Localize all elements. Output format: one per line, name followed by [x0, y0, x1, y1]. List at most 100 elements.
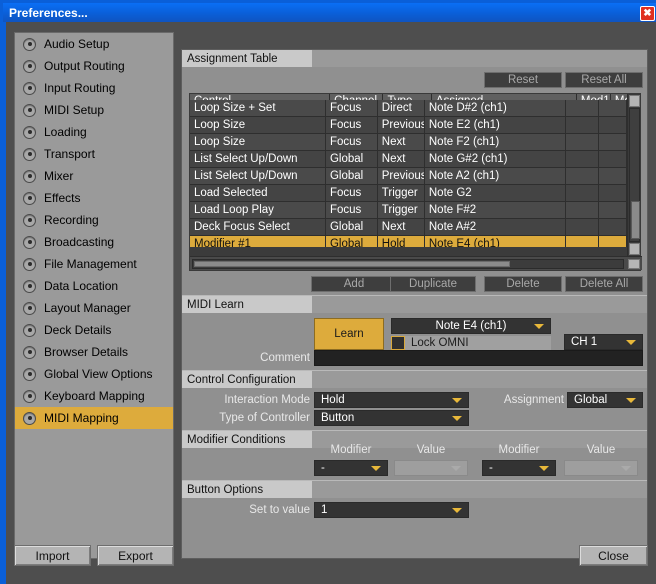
table-cell-type: Previous [378, 168, 425, 184]
table-cell-channel: Focus [326, 185, 378, 201]
table-cell-type: Next [378, 219, 425, 235]
chevron-down-icon [621, 466, 631, 471]
sidebar-item-file-management[interactable]: File Management [15, 253, 173, 275]
delete-button[interactable]: Delete [484, 276, 562, 292]
type-of-controller-value: Button [321, 412, 355, 424]
midi-note-dropdown[interactable]: Note E4 (ch1) [391, 318, 551, 334]
sidebar-item-label: MIDI Setup [44, 103, 105, 117]
sidebar-item-effects[interactable]: Effects [15, 187, 173, 209]
table-cell-mod2 [599, 134, 627, 150]
condition-value-dropdown-1[interactable] [394, 460, 468, 476]
sidebar-item-input-routing[interactable]: Input Routing [15, 77, 173, 99]
assignment-dropdown[interactable]: Global [567, 392, 643, 408]
table-cell-mod1 [566, 151, 599, 167]
assignment-table[interactable]: ControlChannelTypeAssignedMod1Mo Loop Si… [189, 93, 642, 271]
assignment-table-body[interactable]: Loop Size + Set Focus Direct Note D#2 (ch1)… [190, 100, 627, 247]
sidebar-item-label: MIDI Mapping [44, 411, 119, 425]
export-button[interactable]: Export [97, 545, 174, 566]
table-cell-channel: Focus [326, 100, 378, 116]
interaction-mode-dropdown[interactable]: Hold [314, 392, 469, 408]
table-row[interactable]: Loop Size + Set Focus Direct Note D#2 (ch1) [190, 100, 627, 117]
lock-omni-checkbox[interactable] [391, 336, 405, 350]
sidebar-item-output-routing[interactable]: Output Routing [15, 55, 173, 77]
scroll-up-button[interactable] [629, 95, 640, 107]
table-cell-mod1 [566, 168, 599, 184]
midi-note-value: Note E4 (ch1) [435, 320, 507, 332]
vertical-scroll-track[interactable] [629, 108, 640, 242]
table-horizontal-scrollbar[interactable] [190, 256, 642, 270]
delete-all-button[interactable]: Delete All [565, 276, 643, 292]
sidebar-item-label: Keyboard Mapping [44, 389, 145, 403]
sidebar-item-loading[interactable]: Loading [15, 121, 173, 143]
type-of-controller-label: Type of Controller [219, 412, 310, 424]
learn-button[interactable]: Learn [314, 318, 384, 350]
table-row[interactable]: Loop Size Focus Previous Note E2 (ch1) [190, 117, 627, 134]
set-to-value-dropdown[interactable]: 1 [314, 502, 469, 518]
sidebar-item-browser-details[interactable]: Browser Details [15, 341, 173, 363]
horizontal-scroll-right-button[interactable] [628, 259, 640, 269]
scroll-down-button[interactable] [629, 243, 640, 255]
sidebar-item-mixer[interactable]: Mixer [15, 165, 173, 187]
lock-omni-row[interactable]: Lock OMNI [391, 336, 551, 350]
add-button[interactable]: Add [311, 276, 397, 292]
table-cell-assigned: Note E2 (ch1) [425, 117, 566, 133]
sidebar-item-global-view-options[interactable]: Global View Options [15, 363, 173, 385]
table-cell-assigned: Note A#2 [425, 219, 566, 235]
table-row[interactable]: Modifier #1 Global Hold Note E4 (ch1) [190, 236, 627, 247]
horizontal-scroll-track[interactable] [192, 259, 624, 269]
sidebar-item-label: Mixer [44, 169, 74, 183]
horizontal-scroll-thumb[interactable] [194, 261, 510, 267]
reset-button[interactable]: Reset [484, 72, 562, 88]
midi-mapping-panel: Assignment Table Reset Reset All Control… [181, 49, 648, 559]
lock-omni-label: Lock OMNI [411, 337, 469, 349]
sidebar-item-label: File Management [44, 257, 137, 271]
chevron-down-icon [534, 324, 544, 329]
table-cell-assigned: Note E4 (ch1) [425, 236, 566, 247]
import-button[interactable]: Import [14, 545, 91, 566]
sidebar-item-label: Layout Manager [44, 301, 131, 315]
table-cell-assigned: Note G2 [425, 185, 566, 201]
comment-input[interactable] [314, 350, 643, 366]
sidebar-item-layout-manager[interactable]: Layout Manager [15, 297, 173, 319]
sidebar-item-label: Effects [44, 191, 81, 205]
condition-value-dropdown-2[interactable] [564, 460, 638, 476]
sidebar-item-label: Output Routing [44, 59, 125, 73]
sidebar-item-audio-setup[interactable]: Audio Setup [15, 33, 173, 55]
sidebar-item-midi-setup[interactable]: MIDI Setup [15, 99, 173, 121]
table-cell-assigned: Note A2 (ch1) [425, 168, 566, 184]
sidebar-item-midi-mapping[interactable]: MIDI Mapping [15, 407, 173, 429]
sidebar-item-data-location[interactable]: Data Location [15, 275, 173, 297]
table-cell-assigned: Note D#2 (ch1) [425, 100, 566, 116]
modifier-dropdown-1[interactable]: - [314, 460, 388, 476]
type-of-controller-dropdown[interactable]: Button [314, 410, 469, 426]
sidebar-item-keyboard-mapping[interactable]: Keyboard Mapping [15, 385, 173, 407]
sidebar-item-broadcasting[interactable]: Broadcasting [15, 231, 173, 253]
table-row[interactable]: List Select Up/Down Global Next Note G#2 (c… [190, 151, 627, 168]
sidebar-item-deck-details[interactable]: Deck Details [15, 319, 173, 341]
duplicate-button[interactable]: Duplicate [390, 276, 476, 292]
table-row[interactable]: Load Loop Play Focus Trigger Note F#2 [190, 202, 627, 219]
close-icon[interactable]: ✖ [640, 6, 655, 21]
vertical-scroll-thumb[interactable] [631, 201, 640, 239]
modifier-value-2: - [489, 462, 493, 474]
modifier-dropdown-2[interactable]: - [482, 460, 556, 476]
table-row[interactable]: List Select Up/Down Global Previous Note A2… [190, 168, 627, 185]
table-row[interactable]: Loop Size Focus Next Note F2 (ch1) [190, 134, 627, 151]
table-vertical-scrollbar[interactable] [627, 94, 640, 256]
sidebar-item-label: Global View Options [44, 367, 153, 381]
table-row[interactable]: Deck Focus Select Global Next Note A#2 [190, 219, 627, 236]
chevron-down-icon [452, 416, 462, 421]
sidebar-item-recording[interactable]: Recording [15, 209, 173, 231]
sidebar-item-label: Data Location [44, 279, 119, 293]
table-cell-control: List Select Up/Down [190, 168, 326, 184]
close-button[interactable]: Close [579, 545, 648, 566]
sidebar-item-transport[interactable]: Transport [15, 143, 173, 165]
table-cell-channel: Focus [326, 202, 378, 218]
table-cell-type: Previous [378, 117, 425, 133]
radio-icon [23, 257, 36, 271]
reset-all-button[interactable]: Reset All [565, 72, 643, 88]
midi-channel-dropdown[interactable]: CH 1 [564, 334, 643, 350]
window-title: Preferences... [9, 5, 88, 20]
table-row[interactable]: Load Selected Focus Trigger Note G2 [190, 185, 627, 202]
radio-icon [23, 279, 36, 293]
